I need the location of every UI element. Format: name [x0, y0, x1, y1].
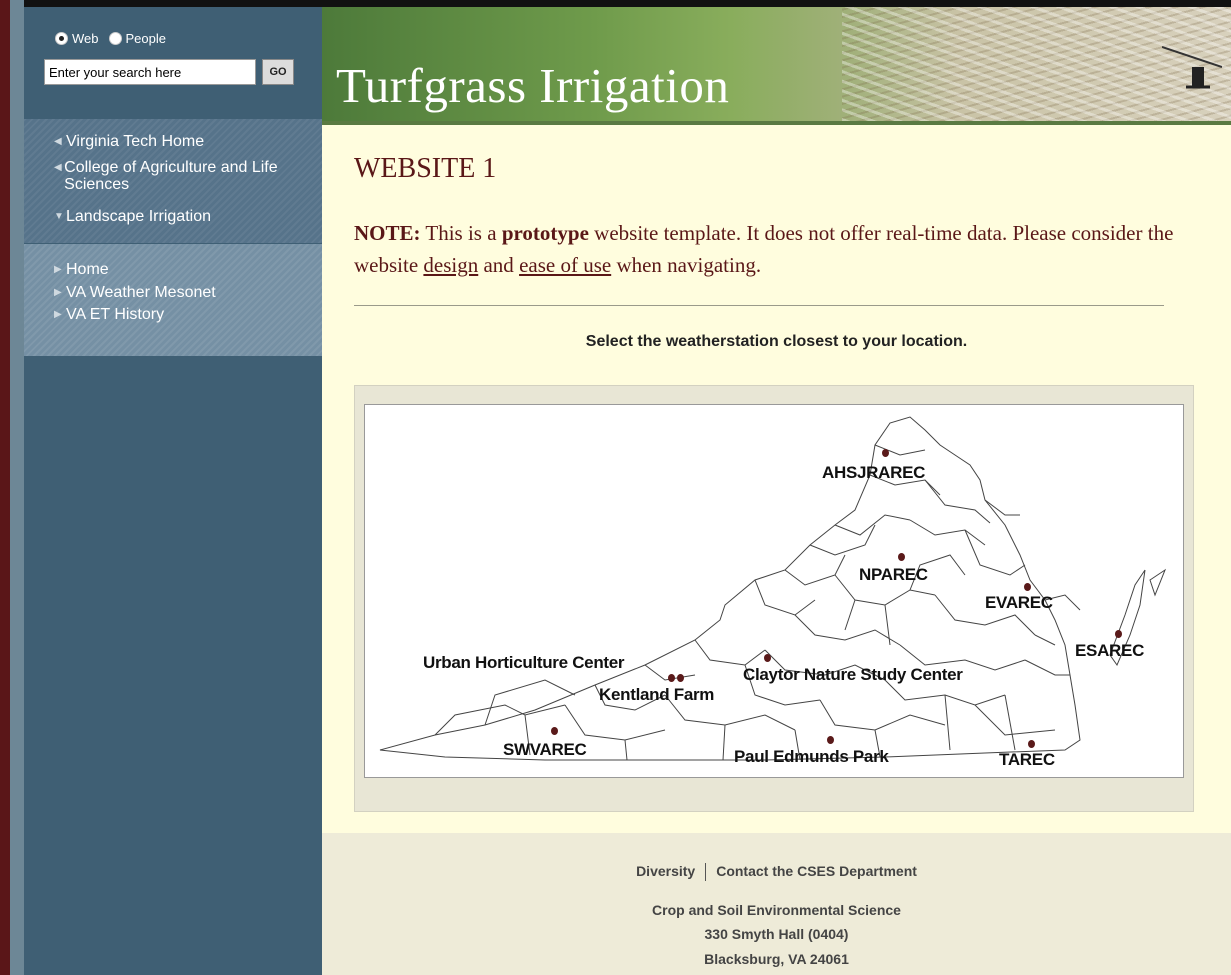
radio-people-label[interactable]: People [126, 31, 166, 46]
station-label-nparec[interactable]: NPAREC [859, 565, 928, 585]
note-bold: prototype [501, 221, 589, 245]
main-content: WEBSITE 1 NOTE: This is a prototype webs… [322, 125, 1231, 833]
station-marker[interactable] [1024, 583, 1031, 591]
page-title: WEBSITE 1 [354, 153, 497, 184]
header-banner: Turfgrass Irrigation [322, 7, 1231, 121]
station-label-claytor-nature-study-center[interactable]: Claytor Nature Study Center [743, 665, 963, 685]
left-edge-dark [0, 0, 10, 975]
station-label-urban-horticulture-center[interactable]: Urban Horticulture Center [423, 653, 625, 673]
note-text: when navigating. [611, 253, 762, 277]
station-marker[interactable] [898, 553, 905, 561]
note-paragraph: NOTE: This is a prototype website templa… [354, 217, 1224, 281]
footer-links: Diversity Contact the CSES Department [322, 863, 1231, 882]
chevron-right-icon: ▶ [54, 309, 62, 320]
top-border [0, 0, 1231, 7]
ease-of-use-link[interactable]: ease of use [519, 253, 611, 277]
sidebar: Web People GO ◀ Virginia Tech Home ◀ Col… [24, 7, 322, 975]
diversity-link[interactable]: Diversity [636, 863, 695, 879]
footer-department: Crop and Soil Environmental Science [652, 902, 901, 918]
station-marker[interactable] [551, 727, 558, 735]
virginia-map[interactable]: AHSJRAREC NPAREC EVAREC ESAREC Urban Hor… [364, 404, 1184, 778]
station-marker[interactable] [1028, 740, 1035, 748]
chevron-down-icon: ▼ [54, 211, 64, 222]
search-block: Web People GO [24, 7, 322, 119]
design-link[interactable]: design [423, 253, 478, 277]
station-marker[interactable] [668, 674, 675, 682]
note-text: This is a [420, 221, 502, 245]
station-label-ahsjrarec[interactable]: AHSJRAREC [822, 463, 925, 483]
sidebar-item-home[interactable]: ▶ Home [54, 261, 109, 278]
station-marker[interactable] [1115, 630, 1122, 638]
station-marker[interactable] [764, 654, 771, 662]
chevron-right-icon: ▶ [54, 287, 62, 298]
sidebar-item-virginia-tech-home[interactable]: ◀ Virginia Tech Home [54, 133, 204, 150]
left-edge-light [10, 0, 24, 975]
sidebar-item-va-weather-mesonet[interactable]: ▶ VA Weather Mesonet [54, 284, 216, 301]
footer: Diversity Contact the CSES Department Cro… [322, 833, 1231, 975]
chevron-left-icon: ◀ [54, 136, 62, 147]
site-title: Turfgrass Irrigation [336, 58, 730, 113]
radio-web[interactable] [55, 32, 68, 45]
map-instruction: Select the weatherstation closest to you… [585, 333, 968, 350]
footer-address-1: 330 Smyth Hall (0404) [704, 926, 849, 942]
sidebar-item-landscape-irrigation[interactable]: ▼ Landscape Irrigation [54, 208, 211, 225]
chevron-right-icon: ▶ [54, 264, 62, 275]
virginia-outline-map [379, 416, 1167, 761]
station-label-tarec[interactable]: TAREC [999, 750, 1055, 770]
irrigation-rig-icon [1162, 46, 1222, 89]
go-button[interactable]: GO [262, 59, 294, 85]
sidebar-nav-sub: ▶ Home ▶ VA Weather Mesonet ▶ VA ET Hist… [24, 244, 322, 356]
search-scope: Web People [55, 31, 172, 46]
station-label-esarec[interactable]: ESAREC [1075, 641, 1144, 661]
map-frame: AHSJRAREC NPAREC EVAREC ESAREC Urban Hor… [354, 385, 1194, 812]
radio-web-label[interactable]: Web [72, 31, 99, 46]
station-label-paul-edmunds-park[interactable]: Paul Edmunds Park [734, 747, 889, 767]
sidebar-item-college-agriculture[interactable]: ◀ College of Agriculture and Life Scienc… [54, 159, 304, 193]
contact-link[interactable]: Contact the CSES Department [716, 863, 917, 879]
station-label-evarec[interactable]: EVAREC [985, 593, 1053, 613]
divider [354, 305, 1164, 306]
sidebar-item-va-et-history[interactable]: ▶ VA ET History [54, 306, 164, 323]
station-marker[interactable] [677, 674, 684, 682]
radio-people[interactable] [108, 32, 122, 45]
station-marker[interactable] [882, 449, 889, 457]
chevron-left-icon: ◀ [54, 162, 62, 173]
sidebar-nav-top: ◀ Virginia Tech Home ◀ College of Agricu… [24, 119, 322, 243]
footer-separator [705, 863, 707, 882]
note-text: and [478, 253, 520, 277]
station-label-swvarec[interactable]: SWVAREC [503, 740, 587, 760]
station-label-kentland-farm[interactable]: Kentland Farm [599, 685, 714, 705]
note-label: NOTE: [354, 221, 421, 245]
station-marker[interactable] [827, 736, 834, 744]
search-input[interactable] [44, 59, 256, 85]
footer-address-2: Blacksburg, VA 24061 [704, 951, 849, 967]
